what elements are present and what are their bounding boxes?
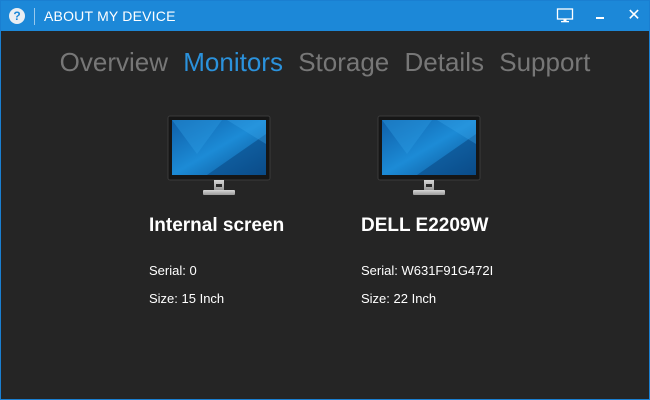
monitor-size: Size: 22 Inch: [361, 291, 437, 306]
tab-storage[interactable]: Storage: [294, 45, 393, 79]
window-title: ABOUT MY DEVICE: [44, 8, 176, 24]
monitor-name: DELL E2209W: [361, 215, 489, 236]
monitor-serial: Serial: 0: [149, 263, 197, 278]
monitor-size: Size: 15 Inch: [149, 291, 225, 306]
tab-overview[interactable]: Overview: [56, 45, 172, 79]
about-window: ? ABOUT MY DEVICE ✕ Overview Monitors St…: [0, 0, 650, 400]
display-mode-button[interactable]: [554, 6, 576, 26]
tab-support[interactable]: Support: [495, 45, 594, 79]
tab-monitors[interactable]: Monitors: [179, 45, 287, 79]
monitor-icon: [556, 8, 574, 23]
tab-bar: Overview Monitors Storage Details Suppor…: [1, 45, 649, 79]
monitor-icon: [377, 115, 481, 195]
tab-details[interactable]: Details: [401, 45, 488, 79]
close-button[interactable]: ✕: [623, 6, 645, 26]
minimize-icon: [596, 17, 604, 19]
monitor-icon: [167, 115, 271, 195]
help-icon[interactable]: ?: [9, 8, 25, 24]
title-bar[interactable]: ? ABOUT MY DEVICE ✕: [1, 1, 649, 31]
monitor-name: Internal screen: [149, 215, 285, 236]
monitor-serial: Serial: W631F91G472I: [361, 263, 494, 278]
title-separator: [34, 8, 35, 25]
minimize-button[interactable]: [589, 6, 611, 26]
